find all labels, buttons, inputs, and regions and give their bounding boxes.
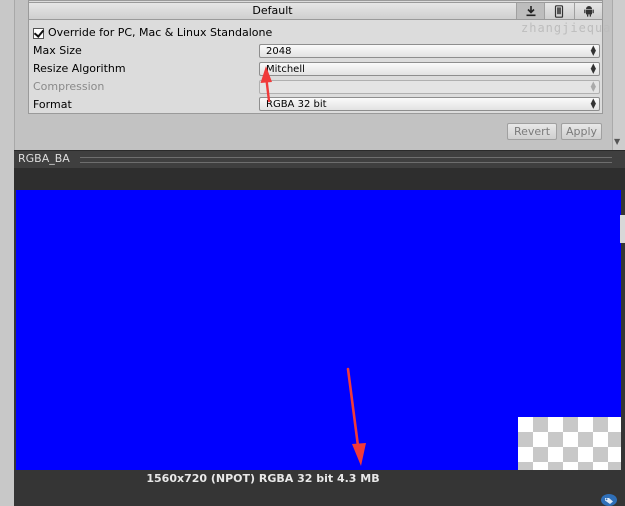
annotation-overlay — [260, 66, 366, 466]
arrow-texture-info-icon — [346, 367, 366, 466]
arrow-resize-algorithm-icon — [260, 66, 272, 103]
